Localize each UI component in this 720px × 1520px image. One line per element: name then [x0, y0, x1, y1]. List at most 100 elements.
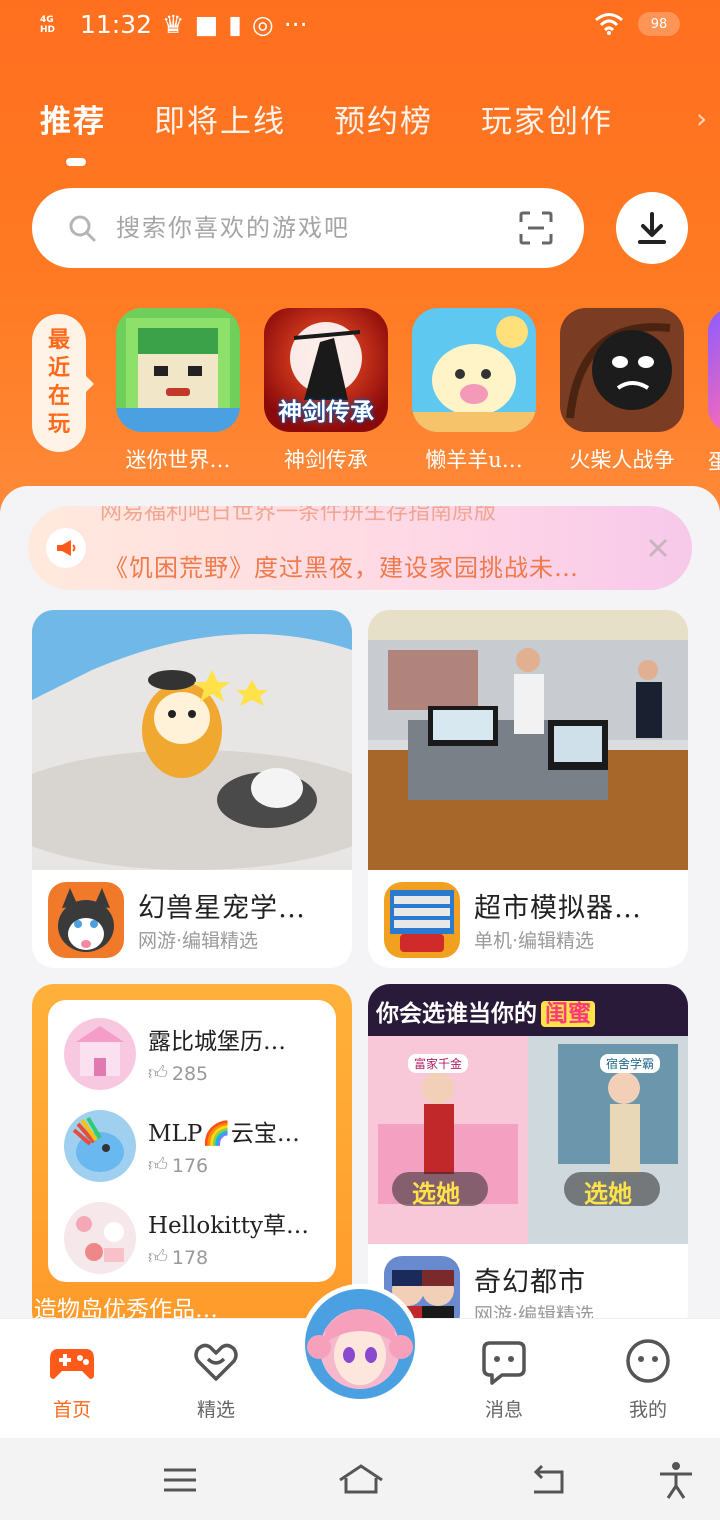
stickman-war-icon	[560, 308, 684, 432]
ugc-item-title: MLP🌈云宝…	[148, 1121, 300, 1147]
tab-recommend[interactable]: 推荐	[40, 96, 106, 141]
back-icon[interactable]	[528, 1460, 568, 1500]
game-card-info: 超市模拟器… 单机·编辑精选	[384, 882, 684, 962]
thumbs-up-icon: 👍︎	[148, 1246, 168, 1268]
recent-label-char: 近	[47, 356, 70, 381]
game-card-title: 幻兽星宠学…	[138, 893, 306, 924]
recent-game-item[interactable]: 懒羊羊u…	[412, 308, 536, 474]
recently-played: 最 近 在 玩 迷你世界… 神剑传承 神剑传承 懒羊羊u… 火柴人战争 蛋	[0, 300, 720, 490]
ugc-like-count: 285	[171, 1062, 209, 1085]
recent-game-name: 迷你世界…	[125, 448, 231, 472]
recent-game-item[interactable]: 迷你世界…	[116, 308, 240, 474]
game-card-artwork: 你会选谁当你的 闺蜜 富家千金 宿舍学霸 选她 选她	[368, 984, 688, 1244]
recent-game-partial-name: 蛋	[708, 450, 720, 474]
scan-icon[interactable]	[518, 210, 554, 246]
recent-label: 最 近 在 玩	[32, 314, 94, 452]
recent-label-arrow	[86, 376, 94, 392]
menu-icon[interactable]	[160, 1460, 200, 1500]
network-indicator: 4G HD	[40, 14, 56, 35]
status-time: 11:32	[80, 10, 153, 39]
nav-home-label: 首页	[52, 1399, 91, 1421]
choose-her-button-left: 选她	[412, 1180, 460, 1208]
more-status-icons: ···	[283, 10, 308, 39]
category-tabs: 推荐 即将上线 预约榜 玩家创作	[40, 96, 613, 141]
ugc-item-likes: 👍︎ 285	[148, 1062, 208, 1085]
recent-game-name: 火柴人战争	[569, 448, 675, 472]
mini-world-icon	[116, 308, 240, 432]
search-input[interactable]	[116, 208, 496, 248]
recent-game-item[interactable]: 神剑传承 神剑传承	[264, 308, 388, 474]
tab-overflow[interactable]: ›	[696, 102, 720, 132]
game-card-info: 幻兽星宠学… 网游·编辑精选	[48, 882, 348, 962]
banner-tag-left: 富家千金	[408, 1054, 469, 1073]
ugc-thumbnail	[64, 1018, 136, 1090]
nav-messages[interactable]: 消息	[454, 1337, 554, 1422]
profile-face-icon	[626, 1339, 670, 1383]
center-avatar-button[interactable]	[300, 1284, 420, 1404]
recent-game-item[interactable]: 火柴人战争	[560, 308, 684, 474]
announcement-previous-text: 网易福利吧日世界一条件拼生存指南原版	[100, 506, 497, 525]
announcement-text: 《饥困荒野》度过黑夜，建设家园挑战未…	[104, 554, 579, 582]
close-icon[interactable]	[644, 534, 672, 562]
game-card-artwork	[32, 610, 352, 870]
game-card-subtitle: 网游·编辑精选	[138, 930, 259, 952]
nav-featured-label: 精选	[196, 1399, 235, 1421]
nav-featured[interactable]: 精选	[166, 1337, 266, 1422]
search-bar[interactable]	[32, 188, 584, 268]
nav-profile-label: 我的	[628, 1399, 667, 1421]
game-card-artwork	[368, 610, 688, 870]
ugc-thumbnail	[64, 1202, 136, 1274]
active-tab-indicator	[66, 158, 86, 166]
nav-messages-label: 消息	[484, 1399, 523, 1421]
husky-game-icon	[48, 882, 124, 958]
download-button[interactable]	[616, 192, 688, 264]
shenjian-icon: 神剑传承	[264, 308, 388, 432]
ugc-item-title: 露比城堡历…	[148, 1029, 286, 1055]
ugc-item-title: Hellokitty草…	[148, 1213, 309, 1239]
megaphone-icon	[46, 528, 86, 568]
ugc-item[interactable]: MLP🌈云宝… 👍︎ 176	[64, 1110, 326, 1186]
crown-icon: ♛	[162, 10, 185, 39]
recent-label-char: 玩	[47, 412, 70, 437]
home-icon[interactable]	[338, 1460, 384, 1500]
game-card-title: 超市模拟器…	[474, 893, 642, 924]
nav-profile[interactable]: 我的	[598, 1337, 698, 1422]
battery-saver-icon: ▮	[228, 10, 242, 39]
search-icon	[69, 215, 96, 242]
battery-level: 98	[650, 16, 668, 32]
status-bar: 4G HD 11:32 ♛ ■ ▮ ◎ ··· 98	[0, 0, 720, 56]
game-card[interactable]: 超市模拟器… 单机·编辑精选	[368, 610, 688, 968]
announcement-banner[interactable]: 网易福利吧日世界一条件拼生存指南原版 《饥困荒野》度过黑夜，建设家园挑战未…	[28, 506, 692, 590]
game-card-subtitle: 单机·编辑精选	[474, 930, 595, 952]
recent-label-char: 在	[47, 384, 70, 409]
tab-player-creation[interactable]: 玩家创作	[481, 96, 613, 141]
system-navigation-bar	[0, 1438, 720, 1520]
swirl-icon: ◎	[251, 10, 274, 39]
recent-label-char: 最	[47, 328, 70, 353]
ugc-item[interactable]: 露比城堡历… 👍︎ 285	[64, 1018, 326, 1094]
recent-game-partial-icon[interactable]	[708, 308, 720, 432]
ugc-like-count: 176	[171, 1154, 209, 1177]
tab-reservation-ranking[interactable]: 预约榜	[334, 96, 433, 141]
banner-headline: 你会选谁当你的 闺蜜	[376, 994, 595, 1028]
banner-tag-right: 宿舍学霸	[600, 1054, 661, 1073]
game-card[interactable]: 你会选谁当你的 闺蜜 富家千金 宿舍学霸 选她 选她 奇幻都市 网游·编辑精选	[368, 984, 688, 1334]
choose-her-button-right: 选她	[584, 1180, 632, 1208]
tab-coming-soon[interactable]: 即将上线	[154, 96, 286, 141]
accessibility-icon[interactable]	[656, 1460, 696, 1500]
lanyangyang-icon	[412, 308, 536, 432]
wifi-icon	[595, 13, 623, 35]
heart-chat-icon	[194, 1343, 238, 1381]
thumbs-up-icon: 👍︎	[148, 1062, 168, 1084]
message-icon	[482, 1341, 526, 1385]
ugc-item[interactable]: Hellokitty草… 👍︎ 178	[64, 1202, 326, 1278]
shenjian-icon-text: 神剑传承	[278, 398, 374, 426]
game-card[interactable]: 幻兽星宠学… 网游·编辑精选	[32, 610, 352, 968]
supermarket-game-icon	[384, 882, 460, 958]
banner-headline-main: 你会选谁当你的	[376, 1001, 537, 1027]
nav-home[interactable]: 首页	[22, 1337, 122, 1422]
video-icon: ■	[194, 10, 219, 39]
ugc-creations-card[interactable]: 露比城堡历… 👍︎ 285 MLP🌈云宝… 👍︎ 176 Hellokitty草… …	[32, 984, 352, 1334]
recent-game-name: 神剑传承	[284, 448, 368, 472]
recent-game-name: 懒羊羊u…	[425, 448, 523, 472]
